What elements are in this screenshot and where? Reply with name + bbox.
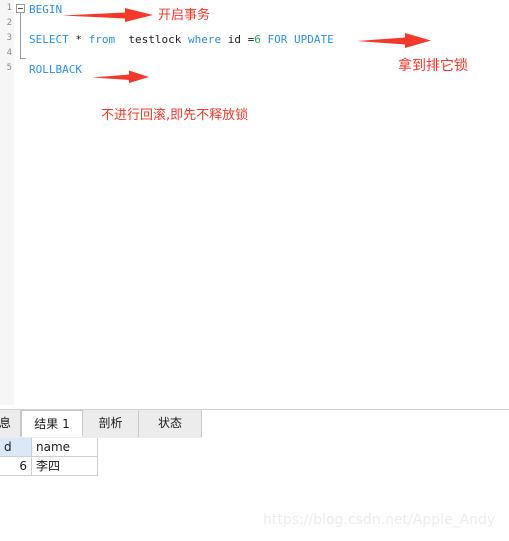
tab-status[interactable]: 状态	[139, 410, 202, 437]
tab-result[interactable]: 结果 1	[21, 410, 83, 437]
cell-id[interactable]: 6	[0, 457, 32, 476]
sql-number-literal: 6	[254, 33, 261, 46]
tab-info[interactable]: 息	[0, 410, 21, 437]
editor-line-number-gutter: 1 2 3 4 5	[0, 0, 14, 405]
line-number: 2	[6, 18, 12, 28]
column-header-id[interactable]: d	[0, 438, 32, 457]
arrow-to-rollback-icon	[92, 70, 149, 83]
sql-table-name: testlock	[115, 33, 188, 46]
sql-keyword-rollback: ROLLBACK	[29, 63, 82, 76]
code-fold-guide-line	[20, 13, 21, 59]
tab-info-label: 息	[0, 416, 11, 430]
code-line-1[interactable]: BEGIN	[29, 2, 62, 17]
tab-status-label: 状态	[157, 416, 182, 430]
line-number: 1	[6, 3, 12, 13]
code-line-5[interactable]: ROLLBACK	[29, 62, 82, 77]
arrow-to-begin-icon	[62, 8, 153, 22]
annotation-select-label: 拿到排它锁	[398, 58, 468, 74]
tab-profile-label: 剖析	[98, 416, 123, 430]
sql-star-operator: *	[68, 33, 89, 46]
watermark-text: https://blog.csdn.net/Apple_Andy	[263, 512, 496, 528]
sql-keyword-select: SELECT	[29, 33, 69, 46]
annotation-rollback-label: 不进行回滚,即先不释放锁	[101, 108, 249, 123]
annotation-begin-label: 开启事务	[158, 8, 211, 23]
tab-profile[interactable]: 剖析	[83, 410, 139, 437]
sql-keyword-begin: BEGIN	[29, 3, 63, 16]
line-number: 3	[6, 33, 12, 43]
sql-keyword-from: from	[88, 33, 116, 46]
minus-icon	[18, 8, 23, 9]
line-number: 4	[6, 48, 12, 58]
code-fold-guide-foot	[20, 58, 26, 59]
tab-strip-empty-area	[202, 410, 509, 439]
cell-name[interactable]: 李四	[32, 457, 98, 476]
result-tab-bar: 息 结果 1 剖析 状态	[0, 410, 509, 439]
code-line-3[interactable]: SELECT * from testlock where id =6 FOR U…	[29, 32, 334, 47]
column-header-name[interactable]: name	[32, 438, 98, 457]
tab-result-label: 结果 1	[34, 417, 70, 431]
line-number: 5	[6, 63, 12, 73]
arrow-to-select-icon	[357, 33, 431, 48]
sql-keyword-where: where	[187, 33, 222, 46]
sql-editor-pane[interactable]: 1 2 3 4 5 BEGIN SELECT * from testlock w…	[0, 0, 509, 405]
sql-column-predicate: id =	[221, 33, 255, 46]
code-fold-collapse-icon[interactable]	[16, 4, 25, 13]
sql-keyword-for-update: FOR UPDATE	[267, 33, 334, 46]
